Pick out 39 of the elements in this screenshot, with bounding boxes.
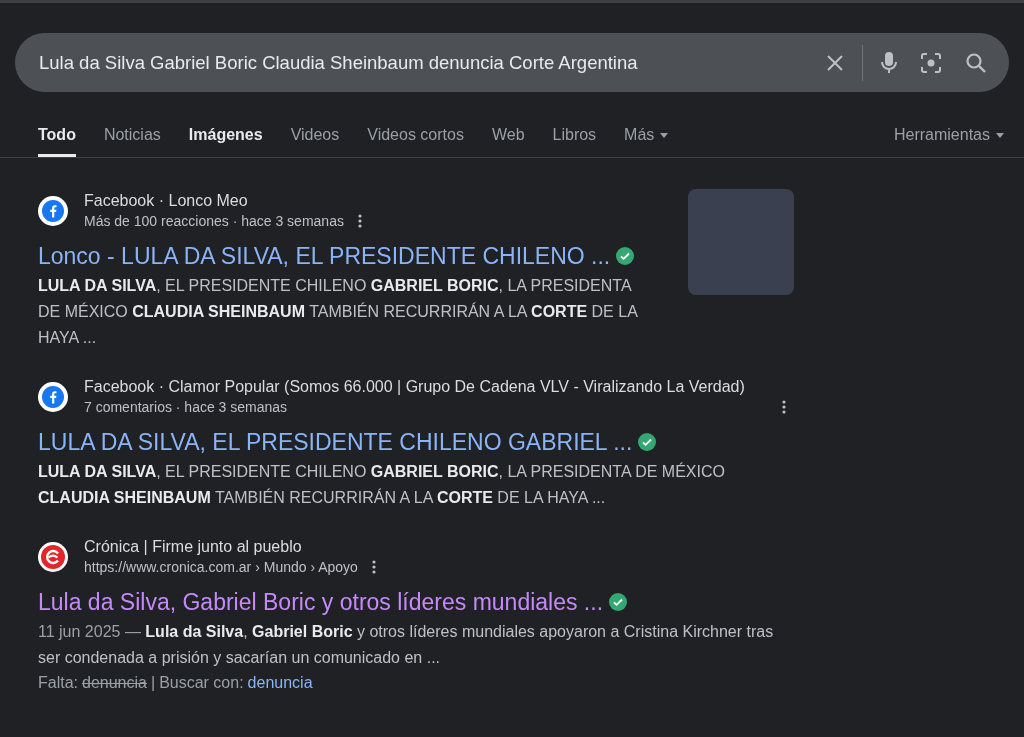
result-meta: Más de 100 reacciones · hace 3 semanas bbox=[84, 212, 344, 231]
facebook-logo-icon bbox=[38, 382, 68, 412]
more-options-icon[interactable] bbox=[371, 560, 376, 574]
search-with-link[interactable]: denuncia bbox=[247, 671, 313, 695]
caret-icon bbox=[996, 132, 1004, 138]
search-tab[interactable]: Web bbox=[491, 118, 525, 157]
caret-icon bbox=[660, 132, 669, 138]
search-tab[interactable]: Videos cortos bbox=[367, 118, 464, 157]
camera-lens-icon[interactable] bbox=[919, 51, 943, 74]
result-snippet: LULA DA SILVA, EL PRESIDENTE CHILENO GABRIEL BORIC, LA PRESIDENTA DE MÉXICO CLAUDIA SHEINBAUM TAMBIÉN RECURRIRÁN A LA CORTE DE LA HAYA ... bbox=[38, 461, 726, 508]
result-title-link[interactable]: Lonco - LULA DA SILVA, EL PRESIDENTE CHILENO ... bbox=[38, 241, 611, 271]
search-tab[interactable]: Noticias bbox=[103, 118, 161, 157]
missing-term: denuncia bbox=[82, 673, 147, 693]
result-meta: https://www.cronica.com.ar › Mundo › Apoyo bbox=[84, 558, 358, 577]
search-icon[interactable] bbox=[965, 51, 987, 74]
search-tab[interactable]: Videos bbox=[290, 118, 340, 157]
search-tab[interactable]: Todo bbox=[38, 118, 76, 157]
more-options-icon[interactable] bbox=[782, 400, 786, 414]
more-options-icon[interactable] bbox=[357, 214, 362, 228]
search-tab[interactable]: Imágenes bbox=[188, 118, 263, 157]
cronica-logo-icon bbox=[38, 542, 68, 572]
missing-label: Falta: bbox=[38, 673, 78, 693]
close-icon[interactable] bbox=[826, 53, 844, 72]
site-name: Facebook · Lonco Meo bbox=[84, 191, 249, 211]
result-title-link[interactable]: Lula da Silva, Gabriel Boric y otros líderes mundiales ... bbox=[38, 587, 604, 617]
result-meta: 7 comentarios · hace 3 semanas bbox=[84, 398, 288, 417]
result-snippet: 11 jun 2025 — Lula da Silva, Gabriel Boric y otros líderes mundiales apoyaron a Cristina Kirchner tras ser condenada a prisión y sacarían un comunicado en ... bbox=[38, 622, 775, 668]
result-snippet: LULA DA SILVA, EL PRESIDENTE CHILENO GABRIEL BORIC, LA PRESIDENTA DE MÉXICO CLAUDIA SHEINBAUM TAMBIÉN RECURRIRÁN A LA CORTE DE LA HAYA ... bbox=[38, 276, 639, 348]
search-tab[interactable]: Libros bbox=[552, 118, 597, 157]
site-name: Crónica | Firme junto al pueblo bbox=[84, 537, 303, 557]
result-title-link[interactable]: LULA DA SILVA, EL PRESIDENTE CHILENO GABRIEL ... bbox=[38, 427, 633, 457]
site-name: Facebook · Clamor Popular (Somos 66.000 | Grupo De Cadena VLV - Viralizando La Verdad) bbox=[84, 377, 746, 397]
search-field[interactable]: Lula da Silva Gabriel Boric Claudia Sheinbaum denuncia Corte Argentina bbox=[15, 33, 1009, 92]
tools-button[interactable]: Herramientas bbox=[893, 123, 1004, 152]
separator: | bbox=[150, 673, 156, 693]
search-with-label: Buscar con: bbox=[159, 673, 244, 693]
facebook-logo-icon bbox=[38, 196, 68, 226]
microphone-icon[interactable] bbox=[881, 50, 897, 75]
search-tab[interactable]: Más bbox=[624, 118, 669, 157]
